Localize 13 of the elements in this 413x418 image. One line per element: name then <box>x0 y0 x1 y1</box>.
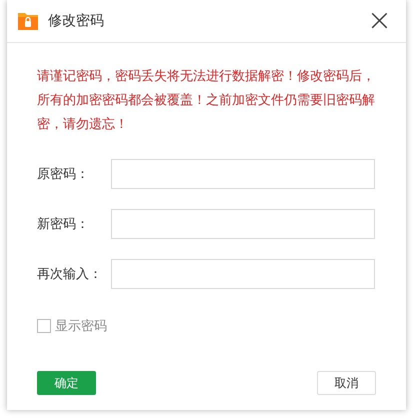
password-field[interactable] <box>111 259 375 289</box>
cancel-button[interactable]: 取消 <box>317 371 376 395</box>
close-button[interactable]: × <box>362 8 396 34</box>
warning-text: 请谨记密码，密码丢失将无法进行数据解密！修改密码后，所有的加密密码都会被覆盖！之前加密文件仍需要旧密码解密，请勿遗忘！ <box>37 68 376 134</box>
field-label: 新密码： <box>37 216 90 233</box>
password-field[interactable] <box>111 159 375 189</box>
password-field[interactable] <box>111 209 375 239</box>
checkbox-label: 显示密码 <box>55 318 107 335</box>
locked-folder-icon <box>17 11 39 31</box>
field-label: 再次输入： <box>37 266 103 283</box>
window-title: 修改密码 <box>48 12 105 30</box>
checkbox[interactable] <box>37 319 51 333</box>
field-label: 原密码： <box>37 166 90 183</box>
